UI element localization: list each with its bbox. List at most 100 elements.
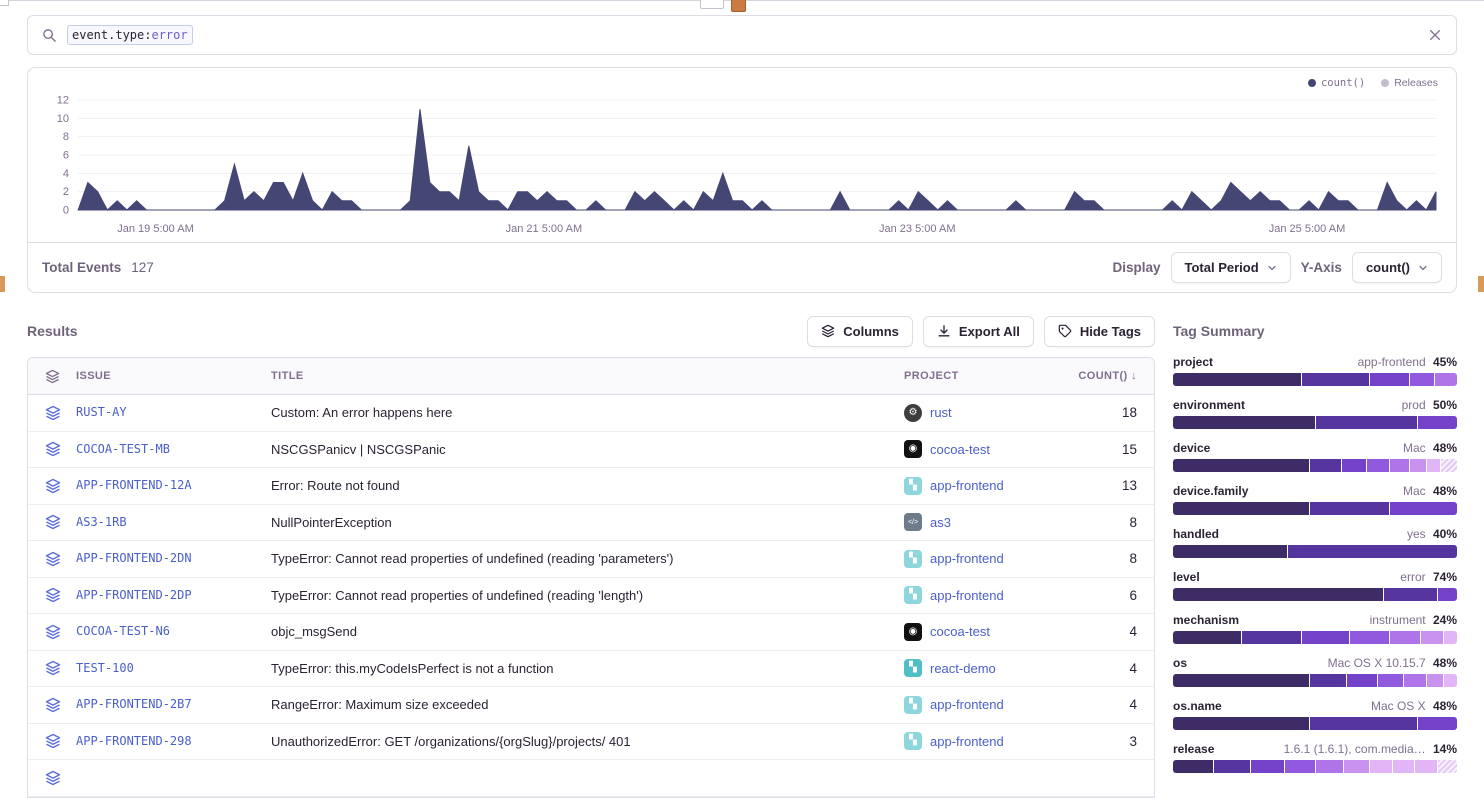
tag-bar-segment[interactable] [1414,760,1437,773]
tag-bar-segment[interactable] [1173,760,1213,773]
tag-bar-segment[interactable] [1341,459,1367,472]
issue-id-link[interactable]: APP-FRONTEND-2DN [76,551,192,565]
tag-bar-segment[interactable] [1437,588,1457,601]
tag-bar-segment[interactable] [1443,674,1457,687]
tag-bar-segment[interactable] [1309,717,1417,730]
hide-tags-button[interactable]: Hide Tags [1044,316,1155,347]
legend-item-count[interactable]: count() [1308,77,1365,89]
columns-button[interactable]: Columns [807,316,913,347]
yaxis-dropdown[interactable]: count() [1352,252,1442,283]
column-header-title[interactable]: TITLE [271,370,904,382]
tag-bar-segment[interactable] [1284,760,1315,773]
project-name-link[interactable]: react-demo [930,661,996,676]
tag-bar-segment[interactable] [1377,674,1403,687]
tag-bar-segment[interactable] [1417,717,1457,730]
issue-id-link[interactable]: RUST-AY [76,405,127,419]
project-name-link[interactable]: cocoa-test [930,624,990,639]
tag-bar-segment[interactable] [1173,459,1309,472]
issue-id-link[interactable]: APP-FRONTEND-2B7 [76,697,192,711]
tag-bar-segment[interactable] [1173,502,1309,515]
project-name-link[interactable]: app-frontend [930,734,1004,749]
tag-bar[interactable] [1173,674,1457,687]
search-query-token[interactable]: event.type:error [67,25,193,45]
tag-bar-segment[interactable] [1440,459,1457,472]
tag-bar-segment[interactable] [1241,631,1301,644]
issue-id-link[interactable]: TEST-100 [76,661,134,675]
column-header-count[interactable]: COUNT() ↓ [1069,370,1154,382]
tag-bar-segment[interactable] [1287,545,1457,558]
tag-bar-segment[interactable] [1443,631,1457,644]
tag-bar-segment[interactable] [1343,760,1369,773]
tag-bar-segment[interactable] [1309,674,1346,687]
tag-bar-segment[interactable] [1173,717,1309,730]
tag-bar-segment[interactable] [1173,373,1301,386]
tag-bar-segment[interactable] [1420,631,1443,644]
project-name-link[interactable]: as3 [930,515,951,530]
issue-id-link[interactable]: AS3-1RB [76,515,127,529]
tag-bar-segment[interactable] [1437,760,1457,773]
tag-bar[interactable] [1173,502,1457,515]
tag-percent: 48% [1433,441,1457,455]
issue-id-link[interactable]: APP-FRONTEND-2DP [76,588,192,602]
tag-bar[interactable] [1173,373,1457,386]
tag-bar[interactable] [1173,416,1457,429]
tag-bar-segment[interactable] [1392,760,1415,773]
tag-percent: 14% [1433,742,1457,756]
issue-id-link[interactable]: COCOA-TEST-N6 [76,624,170,638]
project-name-link[interactable]: app-frontend [930,551,1004,566]
tag-bar-segment[interactable] [1369,373,1409,386]
tag-bar-segment[interactable] [1349,631,1389,644]
events-chart[interactable]: 024681012Jan 19 5:00 AMJan 21 5:00 AMJan… [42,92,1442,242]
tag-bar-segment[interactable] [1409,373,1435,386]
tag-bar-segment[interactable] [1173,674,1309,687]
tag-bar-segment[interactable] [1173,631,1241,644]
tag-bar-segment[interactable] [1366,459,1389,472]
issue-id-link[interactable]: APP-FRONTEND-298 [76,734,192,748]
tag-bar-segment[interactable] [1389,631,1420,644]
column-header-issue[interactable]: ISSUE [76,370,271,382]
tag-bar-segment[interactable] [1250,760,1284,773]
tag-bar-segment[interactable] [1389,502,1457,515]
issue-id-link[interactable]: APP-FRONTEND-12A [76,478,192,492]
tag-bar-segment[interactable] [1301,631,1349,644]
project-name-link[interactable]: app-frontend [930,478,1004,493]
tag-bar-segment[interactable] [1173,416,1315,429]
project-name-link[interactable]: app-frontend [930,697,1004,712]
project-name-link[interactable]: app-frontend [930,588,1004,603]
tag-bar[interactable] [1173,459,1457,472]
tag-bar-segment[interactable] [1309,459,1340,472]
tag-bar-segment[interactable] [1434,373,1457,386]
issue-id-link[interactable]: COCOA-TEST-MB [76,442,170,456]
tag-bar-segment[interactable] [1315,760,1343,773]
tag-bar-segment[interactable] [1173,545,1287,558]
project-name-link[interactable]: cocoa-test [930,442,990,457]
issue-title: NullPointerException [271,515,904,530]
legend-item-releases[interactable]: Releases [1381,77,1438,89]
tag-bar[interactable] [1173,760,1457,773]
tag-bar-segment[interactable] [1213,760,1250,773]
tag-bar-segment[interactable] [1309,502,1389,515]
tag-bar-segment[interactable] [1426,459,1440,472]
clear-search-icon[interactable] [1428,28,1442,42]
tag-bar-segment[interactable] [1315,416,1417,429]
tag-value: 1.6.1 (1.6.1), com.media… [1284,742,1429,756]
export-all-button[interactable]: Export All [923,316,1034,347]
tag-bar-segment[interactable] [1417,416,1457,429]
tag-bar[interactable] [1173,631,1457,644]
project-name-link[interactable]: rust [930,405,952,420]
tag-bar-segment[interactable] [1301,373,1369,386]
tag-bar[interactable] [1173,717,1457,730]
tag-bar-segment[interactable] [1426,674,1443,687]
tag-bar-segment[interactable] [1403,674,1426,687]
display-dropdown[interactable]: Total Period [1171,252,1291,283]
tag-bar-segment[interactable] [1173,588,1383,601]
tag-bar-segment[interactable] [1369,760,1392,773]
tag-bar-segment[interactable] [1346,674,1377,687]
tag-bar[interactable] [1173,545,1457,558]
tag-bar-segment[interactable] [1383,588,1437,601]
tag-bar-segment[interactable] [1389,459,1409,472]
column-header-project[interactable]: PROJECT [904,370,1069,382]
tag-bar[interactable] [1173,588,1457,601]
tag-bar-segment[interactable] [1409,459,1426,472]
search-input[interactable]: event.type:error [27,15,1457,55]
